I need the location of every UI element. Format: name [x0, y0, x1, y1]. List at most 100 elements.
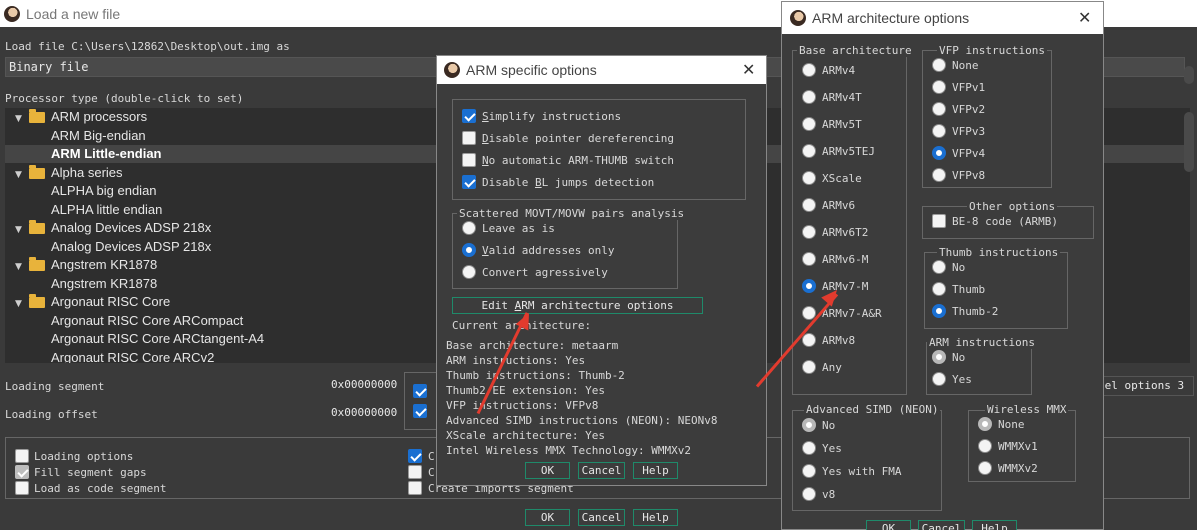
base-radio[interactable] — [802, 360, 816, 374]
simd-radio[interactable] — [802, 441, 816, 455]
base-radio[interactable] — [802, 171, 816, 185]
right-option-checkbox-1[interactable] — [408, 449, 422, 463]
base-radio-label[interactable]: ARMv5T — [822, 118, 862, 131]
close-icon[interactable]: ✕ — [742, 60, 755, 79]
simd-radio-label[interactable]: v8 — [822, 488, 835, 501]
arm-cancel-button[interactable]: Cancel — [578, 462, 625, 479]
leave-as-is-label[interactable]: Leave as is — [482, 222, 555, 235]
vfp-radio[interactable] — [932, 124, 946, 138]
base-radio-label[interactable]: Any — [822, 361, 842, 374]
base-radio-label[interactable]: ARMv6 — [822, 199, 855, 212]
base-radio[interactable] — [802, 252, 816, 266]
thumb-radio[interactable] — [932, 260, 946, 274]
base-radio-label[interactable]: ARMv4 — [822, 64, 855, 77]
thumb-radio-label[interactable]: Thumb-2 — [952, 305, 998, 318]
load-as-code-segment-checkbox[interactable] — [15, 481, 29, 495]
base-radio[interactable] — [802, 225, 816, 239]
mmx-radio[interactable] — [978, 439, 992, 453]
vfp-radio-label[interactable]: VFPv2 — [952, 103, 985, 116]
mmx-radio[interactable] — [978, 461, 992, 475]
loading-offset-input[interactable]: 0x00000000 — [328, 404, 400, 424]
close-icon[interactable]: ✕ — [1078, 8, 1091, 27]
no-auto-switch-checkbox[interactable] — [462, 153, 476, 167]
base-radio[interactable] — [802, 333, 816, 347]
base-radio-label[interactable]: ARMv6T2 — [822, 226, 868, 239]
chevron-down-icon[interactable]: ▼ — [15, 110, 27, 128]
tree-scrollbar[interactable] — [1184, 112, 1194, 172]
loading-options-label[interactable]: Loading options — [34, 450, 133, 463]
edit-arch-button[interactable]: Edit ARM architecture options — [452, 297, 703, 314]
scrollbar[interactable] — [1184, 66, 1194, 84]
fill-segment-gaps-checkbox[interactable] — [15, 465, 29, 479]
loading-options-checkbox[interactable] — [15, 449, 29, 463]
fill-segment-gaps-label[interactable]: Fill segment gaps — [34, 466, 147, 479]
base-radio-label[interactable]: ARMv7-A&R — [822, 307, 882, 320]
arch-cancel-button[interactable]: Cancel — [918, 520, 965, 530]
base-radio-label[interactable]: ARMv8 — [822, 334, 855, 347]
base-radio[interactable] — [802, 117, 816, 131]
simd-radio-label[interactable]: Yes with FMA — [822, 465, 901, 478]
disable-bl-checkbox[interactable] — [462, 175, 476, 189]
valid-addresses-radio[interactable] — [462, 243, 476, 257]
base-radio[interactable] — [802, 63, 816, 77]
arm-radio[interactable] — [932, 372, 946, 386]
base-radio-label[interactable]: ARMv4T — [822, 91, 862, 104]
chevron-down-icon[interactable]: ▼ — [15, 295, 27, 313]
main-ok-button[interactable]: OK — [525, 509, 570, 526]
right-option-label-2[interactable]: C — [428, 466, 435, 479]
thumb-radio-label[interactable]: Thumb — [952, 283, 985, 296]
mmx-radio-label[interactable]: None — [998, 418, 1025, 431]
arch-help-button[interactable]: Help — [972, 520, 1017, 530]
base-radio[interactable] — [802, 198, 816, 212]
load-as-code-segment-label[interactable]: Load as code segment — [34, 482, 166, 495]
arch-ok-button[interactable]: OK — [866, 520, 911, 530]
chevron-down-icon[interactable]: ▼ — [15, 221, 27, 239]
base-radio[interactable] — [802, 144, 816, 158]
option-checkbox-1[interactable] — [413, 384, 427, 398]
valid-addresses-label[interactable]: Valid addresses only — [482, 244, 614, 257]
arm-help-button[interactable]: Help — [633, 462, 678, 479]
simplify-checkbox[interactable] — [462, 109, 476, 123]
leave-as-is-radio[interactable] — [462, 221, 476, 235]
simd-radio[interactable] — [802, 418, 816, 432]
main-help-button[interactable]: Help — [633, 509, 678, 526]
vfp-radio[interactable] — [932, 168, 946, 182]
base-radio[interactable] — [802, 90, 816, 104]
arm-radio-label[interactable]: No — [952, 351, 965, 364]
mmx-radio[interactable] — [978, 417, 992, 431]
simd-radio[interactable] — [802, 487, 816, 501]
simplify-label[interactable]: Simplify instructions — [482, 110, 621, 123]
convert-aggressively-label[interactable]: Convert agressively — [482, 266, 608, 279]
base-radio-label[interactable]: ARMv5TEJ — [822, 145, 875, 158]
simd-radio[interactable] — [802, 464, 816, 478]
be8-checkbox[interactable] — [932, 214, 946, 228]
chevron-down-icon[interactable]: ▼ — [15, 258, 27, 276]
convert-aggressively-radio[interactable] — [462, 265, 476, 279]
thumb-radio[interactable] — [932, 282, 946, 296]
create-imports-segment-checkbox[interactable] — [408, 481, 422, 495]
vfp-radio-label[interactable]: VFPv8 — [952, 169, 985, 182]
kernel-options-3-button[interactable]: nel options 3 — [1094, 376, 1194, 396]
disable-bl-label[interactable]: Disable BL jumps detection — [482, 176, 654, 189]
vfp-radio-label[interactable]: VFPv4 — [952, 147, 985, 160]
thumb-radio[interactable] — [932, 304, 946, 318]
right-option-label-1[interactable]: C — [428, 450, 435, 463]
simd-radio-label[interactable]: No — [822, 419, 835, 432]
vfp-radio-label[interactable]: None — [952, 59, 979, 72]
arm-ok-button[interactable]: OK — [525, 462, 570, 479]
vfp-radio-label[interactable]: VFPv3 — [952, 125, 985, 138]
right-option-checkbox-2[interactable] — [408, 465, 422, 479]
be8-label[interactable]: BE-8 code (ARMB) — [952, 215, 1058, 228]
vfp-radio-label[interactable]: VFPv1 — [952, 81, 985, 94]
no-auto-switch-label[interactable]: No automatic ARM-THUMB switch — [482, 154, 674, 167]
disable-pointer-checkbox[interactable] — [462, 131, 476, 145]
simd-radio-label[interactable]: Yes — [822, 442, 842, 455]
mmx-radio-label[interactable]: WMMXv1 — [998, 440, 1038, 453]
arm-radio[interactable] — [932, 350, 946, 364]
vfp-radio[interactable] — [932, 146, 946, 160]
arm-radio-label[interactable]: Yes — [952, 373, 972, 386]
main-cancel-button[interactable]: Cancel — [578, 509, 625, 526]
chevron-down-icon[interactable]: ▼ — [15, 166, 27, 184]
base-radio-label[interactable]: XScale — [822, 172, 862, 185]
option-checkbox-2[interactable] — [413, 404, 427, 418]
